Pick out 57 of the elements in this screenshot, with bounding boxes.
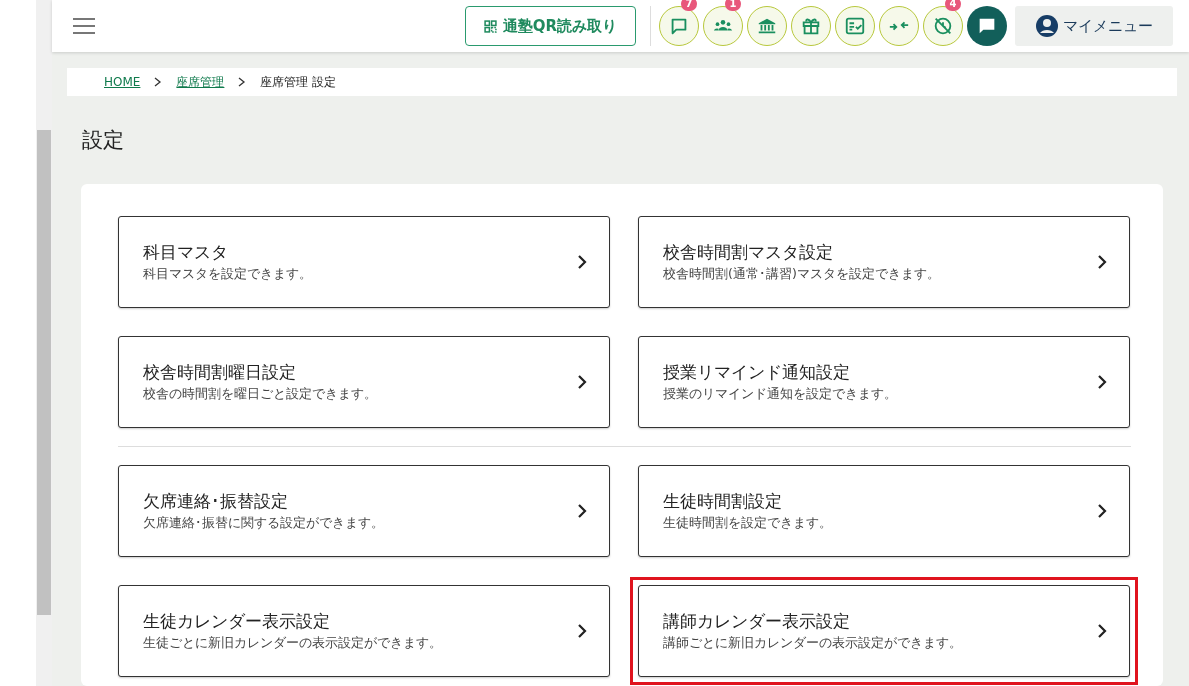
card-description: 授業のリマインド通知を設定できます。	[663, 386, 898, 403]
chevron-icon	[154, 77, 163, 87]
count-badge: 4	[945, 0, 961, 11]
settings-link-card[interactable]: 授業リマインド通知設定 授業のリマインド通知を設定できます。	[638, 336, 1130, 428]
chevron-icon	[1097, 255, 1107, 269]
building-button[interactable]	[747, 6, 787, 46]
settings-link-card[interactable]: 生徒カレンダー表示設定 生徒ごとに新旧カレンダーの表示設定ができます。	[118, 585, 610, 677]
gift-button[interactable]	[791, 6, 831, 46]
chevron-icon	[577, 255, 587, 269]
count-badge: 7	[681, 0, 697, 11]
settings-link-card[interactable]: 欠席連絡･振替設定 欠席連絡･振替に関する設定ができます。	[118, 465, 610, 557]
chat-button[interactable]	[967, 6, 1007, 46]
chevron-icon	[577, 504, 587, 518]
breadcrumb-current: 座席管理 設定	[260, 73, 337, 91]
settings-link-card[interactable]: 講師カレンダー表示設定 講師ごとに新旧カレンダーの表示設定ができます。	[638, 585, 1130, 677]
breadcrumb-link[interactable]: HOME	[104, 75, 141, 89]
settings-link-card[interactable]: 科目マスタ 科目マスタを設定できます。	[118, 216, 610, 308]
clock-off-button[interactable]	[923, 6, 963, 46]
count-badge: 1	[725, 0, 741, 11]
card-description: 生徒時間割を設定できます。	[663, 515, 833, 532]
settings-link-card[interactable]: 生徒時間割設定 生徒時間割を設定できます。	[638, 465, 1130, 557]
qr-icon	[483, 19, 497, 33]
settings-link-card[interactable]: 校舎時間割マスタ設定 校舎時間割(通常･講習)マスタを設定できます。	[638, 216, 1130, 308]
scrollbar[interactable]	[36, 0, 52, 686]
checklist-button[interactable]	[835, 6, 875, 46]
merge-button[interactable]	[879, 6, 919, 46]
card-description: 講師ごとに新旧カレンダーの表示設定ができます。	[663, 635, 963, 652]
card-description: 生徒ごとに新旧カレンダーの表示設定ができます。	[143, 635, 443, 652]
people-button[interactable]	[703, 6, 743, 46]
user-icon	[1035, 14, 1059, 38]
card-title: 生徒カレンダー表示設定	[143, 610, 331, 633]
chevron-icon	[1097, 504, 1107, 518]
chevron-icon	[577, 375, 587, 389]
card-title: 校舎時間割マスタ設定	[663, 241, 834, 264]
menu-icon[interactable]	[72, 17, 96, 35]
breadcrumb-link[interactable]: 座席管理	[176, 73, 225, 91]
card-description: 科目マスタを設定できます。	[143, 266, 313, 283]
qr-scan-button[interactable]: 通塾QR読み取り	[464, 6, 636, 46]
card-title: 欠席連絡･振替設定	[143, 490, 289, 513]
checklist-icon	[844, 15, 866, 37]
page-title: 設定	[82, 127, 125, 154]
card-title: 講師カレンダー表示設定	[663, 610, 851, 633]
card-title: 生徒時間割設定	[663, 490, 783, 513]
card-description: 校舎時間割(通常･講習)マスタを設定できます。	[663, 266, 941, 283]
card-title: 授業リマインド通知設定	[663, 361, 851, 384]
chevron-icon	[1097, 624, 1107, 638]
chat-button[interactable]	[659, 6, 699, 46]
settings-link-card[interactable]: 校舎時間割曜日設定 校舎の時間割を曜日ごと設定できます。	[118, 336, 610, 428]
card-description: 欠席連絡･振替に関する設定ができます。	[143, 515, 385, 532]
card-title: 科目マスタ	[143, 241, 229, 264]
card-description: 校舎の時間割を曜日ごと設定できます。	[143, 386, 378, 403]
my-menu-button[interactable]: マイメニュー	[1015, 6, 1173, 46]
chevron-icon	[238, 77, 247, 87]
chevron-icon	[577, 624, 587, 638]
card-title: 校舎時間割曜日設定	[143, 361, 297, 384]
chevron-icon	[1097, 375, 1107, 389]
clock-off-icon	[932, 15, 954, 37]
